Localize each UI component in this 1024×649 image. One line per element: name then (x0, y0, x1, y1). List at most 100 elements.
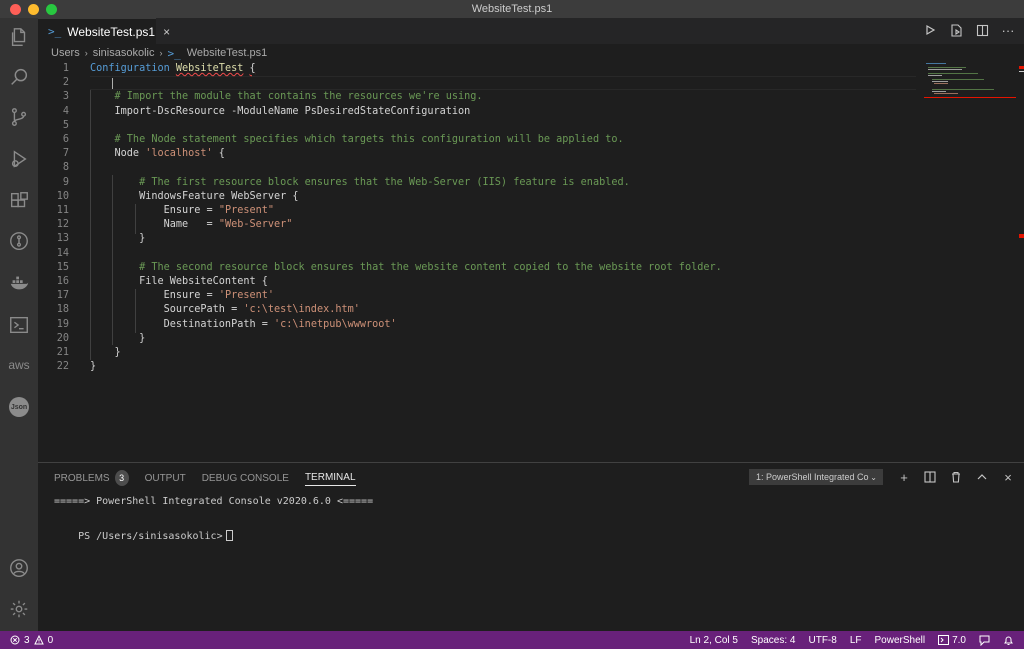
aws-icon[interactable]: aws (0, 346, 38, 384)
status-bar-right: Ln 2, Col 5 Spaces: 4 UTF-8 LF PowerShel… (690, 631, 1014, 649)
search-icon[interactable] (0, 58, 38, 96)
git-graph-icon[interactable] (0, 222, 38, 260)
minimize-window-button[interactable] (28, 4, 39, 15)
run-selection-icon[interactable] (948, 22, 964, 38)
panel-actions: + × (896, 469, 1016, 485)
cursor-position[interactable]: Ln 2, Col 5 (690, 635, 738, 646)
line-code: Ensure = 'Present' (90, 289, 274, 303)
zoom-window-button[interactable] (46, 4, 57, 15)
line-code: # The second resource block ensures that… (90, 261, 722, 275)
tab-output[interactable]: OUTPUT (145, 470, 186, 486)
code-line[interactable]: 10 WindowsFeature WebServer { (38, 190, 918, 204)
language-mode[interactable]: PowerShell (875, 635, 926, 646)
code-line[interactable]: 7 Node 'localhost' { (38, 147, 918, 161)
close-window-button[interactable] (10, 4, 21, 15)
code-line[interactable]: 5 (38, 119, 918, 133)
code-token: DestinationPath = (90, 318, 275, 330)
breadcrumb-file[interactable]: WebsiteTest.ps1 (187, 47, 268, 59)
run-debug-icon[interactable] (0, 140, 38, 178)
extensions-icon[interactable] (0, 182, 38, 220)
line-code: # The first resource block ensures that … (90, 176, 630, 190)
maximize-panel-icon[interactable] (974, 469, 990, 485)
editor-scrollbar[interactable] (1016, 62, 1024, 460)
line-code: # Import the module that contains the re… (90, 90, 483, 104)
code-line[interactable]: 6 # The Node statement specifies which t… (38, 133, 918, 147)
breadcrumb-user[interactable]: sinisasokolic (93, 47, 155, 59)
indentation[interactable]: Spaces: 4 (751, 635, 795, 646)
files-icon[interactable] (0, 18, 38, 56)
code-line[interactable]: 16 File WebsiteContent { (38, 275, 918, 289)
close-panel-icon[interactable]: × (1000, 469, 1016, 485)
code-line[interactable]: 18 SourcePath = 'c:\test\index.htm' (38, 303, 918, 317)
line-number: 21 (56, 347, 69, 358)
powershell-file-icon: >_ (48, 25, 62, 38)
split-terminal-icon[interactable] (922, 469, 938, 485)
line-code: File WebsiteContent { (90, 275, 268, 289)
json-icon[interactable]: Json (0, 388, 38, 426)
run-icon[interactable] (922, 22, 938, 38)
powershell-icon[interactable] (0, 306, 38, 344)
account-icon[interactable] (0, 549, 38, 587)
code-line[interactable]: 9 # The first resource block ensures tha… (38, 176, 918, 190)
status-bar: 3 0 Ln 2, Col 5 Spaces: 4 UTF-8 LF Power… (0, 631, 1024, 649)
tab-websitetest[interactable]: >_ WebsiteTest.ps1 × (38, 18, 170, 44)
line-code: } (90, 360, 96, 374)
powershell-version-label: 7.0 (952, 634, 966, 646)
code-line[interactable]: 19 DestinationPath = 'c:\inetpub\wwwroot… (38, 318, 918, 332)
code-line[interactable]: 14 (38, 247, 918, 261)
line-code: # The Node statement specifies which tar… (90, 133, 624, 147)
code-editor[interactable]: 1 Configuration WebsiteTest {2 3 # Import … (38, 62, 1024, 460)
code-token: Name = (90, 219, 219, 231)
feedback-icon[interactable] (979, 635, 990, 646)
code-line[interactable]: 2 (38, 76, 918, 90)
code-line[interactable]: 13 } (38, 232, 918, 246)
line-number: 16 (56, 276, 69, 287)
code-line[interactable]: 21 } (38, 346, 918, 360)
code-token: 'c:\test\index.htm' (243, 304, 360, 316)
code-line[interactable]: 4 Import-DscResource -ModuleName PsDesir… (38, 105, 918, 119)
tab-debug-console[interactable]: DEBUG CONSOLE (202, 470, 289, 486)
more-actions-icon[interactable]: ··· (1000, 22, 1016, 38)
code-line[interactable]: 15 # The second resource block ensures t… (38, 261, 918, 275)
code-token: # The first resource block ensures that … (90, 176, 630, 188)
line-number: 1 (62, 63, 69, 74)
trash-icon[interactable] (948, 469, 964, 485)
terminal-select[interactable]: 1: PowerShell Integrated Co ⌄ (749, 469, 883, 485)
encoding[interactable]: UTF-8 (808, 635, 836, 646)
bell-icon[interactable] (1003, 635, 1014, 646)
code-token: "Web-Server" (218, 219, 293, 231)
terminal-prompt-line[interactable]: PS /Users/sinisasokolic> (54, 519, 233, 553)
code-line[interactable]: 11 Ensure = "Present" (38, 204, 918, 218)
line-number: 13 (56, 233, 69, 245)
tab-problems[interactable]: PROBLEMS 3 (54, 470, 129, 486)
end-of-line[interactable]: LF (850, 635, 862, 646)
title-bar: WebsiteTest.ps1 (0, 0, 1024, 18)
code-token: "Present" (218, 205, 275, 216)
chevron-right-icon: › (84, 48, 88, 58)
code-line[interactable]: 8 (38, 161, 918, 175)
code-token: Node (90, 148, 146, 160)
code-token: WebsiteTest (175, 63, 244, 74)
line-code: } (90, 332, 145, 346)
code-line[interactable]: 1 Configuration WebsiteTest { (38, 62, 918, 76)
breadcrumb-users[interactable]: Users (51, 47, 80, 59)
code-line[interactable]: 22} (38, 360, 918, 374)
settings-gear-icon[interactable] (0, 590, 38, 628)
line-number: 12 (56, 219, 69, 231)
docker-icon[interactable] (0, 264, 38, 302)
line-code: Import-DscResource -ModuleName PsDesired… (90, 105, 471, 119)
tab-terminal[interactable]: TERMINAL (304, 470, 356, 486)
new-terminal-icon[interactable]: + (896, 469, 912, 485)
close-tab-icon[interactable]: × (163, 25, 170, 39)
minimap[interactable] (924, 62, 1016, 98)
code-line[interactable]: 17 Ensure = 'Present' (38, 289, 918, 303)
problems-status[interactable]: 3 0 (10, 631, 53, 649)
split-editor-icon[interactable] (974, 22, 990, 38)
code-line[interactable]: 3 # Import the module that contains the … (38, 90, 918, 104)
powershell-version[interactable]: 7.0 (938, 635, 966, 646)
source-control-icon[interactable] (0, 98, 38, 136)
text-cursor (112, 78, 113, 89)
code-line[interactable]: 12 Name = "Web-Server" (38, 218, 918, 232)
code-line[interactable]: 20 } (38, 332, 918, 346)
tab-label: WebsiteTest.ps1 (67, 24, 156, 39)
